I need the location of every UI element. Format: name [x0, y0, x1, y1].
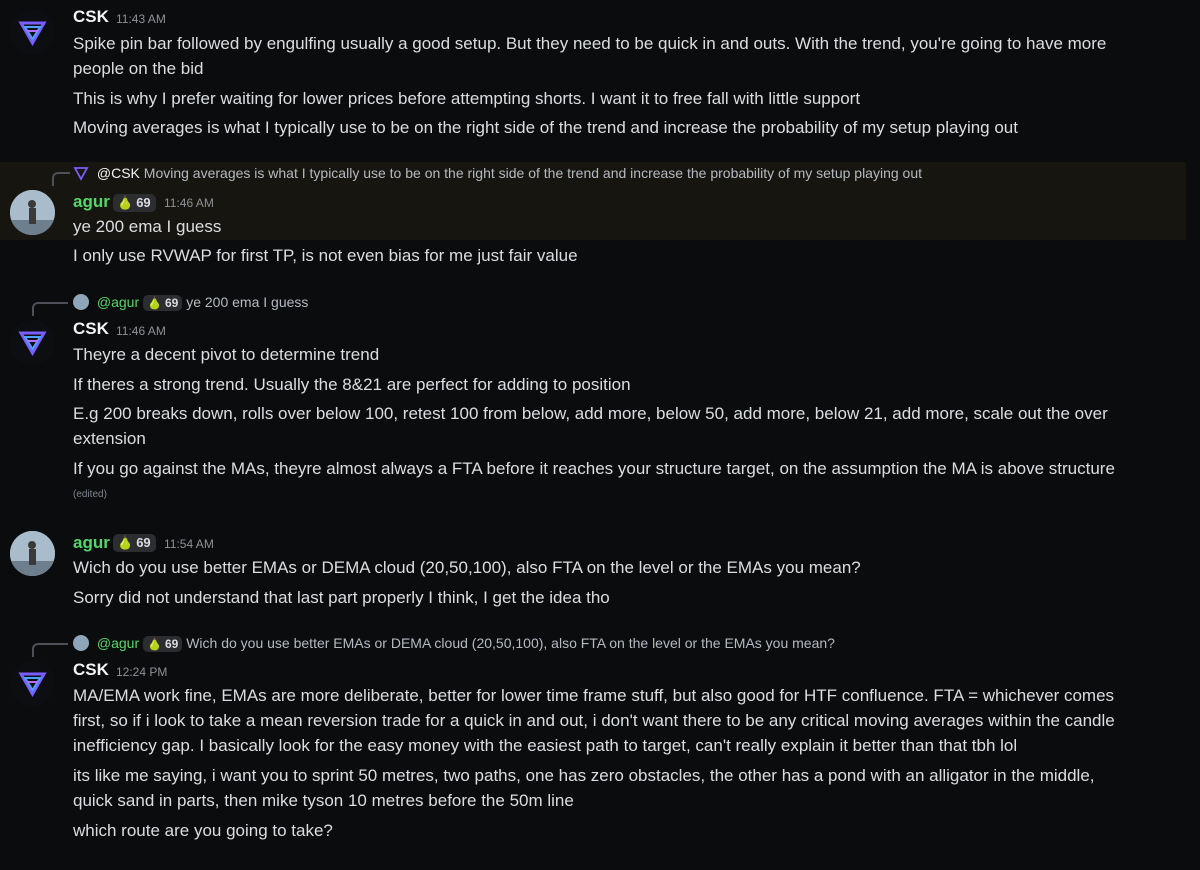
author-name[interactable]: CSK — [73, 319, 109, 339]
badge-count: 69 — [136, 195, 151, 210]
message-line: I only use RVWAP for first TP, is not ev… — [73, 246, 578, 265]
message-line: Spike pin bar followed by engulfing usua… — [73, 34, 1107, 53]
reply-preview[interactable]: @agur 🍐 69 Wich do you use better EMAs or… — [73, 635, 835, 652]
reply-author: @agur — [96, 294, 140, 310]
pear-badge[interactable]: 🍐 69 — [113, 194, 156, 212]
author-name[interactable]: CSK — [73, 7, 109, 27]
message-line: ye 200 ema I guess — [73, 217, 222, 236]
message-line: inefficiency gap. I basically look for t… — [73, 736, 1018, 755]
message-line: quick sand in parts, then mike tyson 10 … — [73, 791, 574, 810]
reply-connector — [32, 302, 68, 316]
csk-avatar[interactable] — [10, 10, 55, 55]
purple-triangle-logo-icon — [18, 331, 47, 357]
pear-badge: 🍐 69 — [143, 295, 183, 311]
message-line: Moving averages is what I typically use … — [73, 118, 1018, 137]
pear-icon: 🍐 — [147, 637, 162, 651]
badge-count: 69 — [164, 296, 179, 310]
badge-count: 69 — [136, 535, 151, 550]
csk-avatar[interactable] — [10, 320, 55, 365]
message-line: its like me saying, i want you to sprint… — [73, 766, 1095, 785]
author-name[interactable]: agur — [73, 192, 110, 212]
pear-badge[interactable]: 🍐 69 — [113, 534, 156, 552]
message-line: If you go against the MAs, theyre almost… — [73, 459, 1115, 478]
reply-connector — [32, 643, 68, 657]
message-timestamp: 11:46 AM — [116, 324, 166, 338]
chat-log: CSK 11:43 AM Spike pin bar followed by e… — [0, 0, 1200, 870]
pear-icon: 🍐 — [117, 535, 134, 550]
reply-text: Wich do you use better EMAs or DEMA clou… — [186, 635, 835, 651]
message-line: Sorry did not understand that last part … — [73, 588, 610, 607]
pear-badge: 🍐 69 — [143, 636, 183, 652]
agur-avatar[interactable] — [10, 190, 55, 235]
message-line: E.g 200 breaks down, rolls over below 10… — [73, 404, 1108, 423]
message-timestamp: 11:54 AM — [164, 537, 214, 551]
reply-author: @CSK — [96, 165, 140, 181]
message-line: This is why I prefer waiting for lower p… — [73, 89, 861, 108]
message-line: extension — [73, 429, 146, 448]
message-line: which route are you going to take? — [73, 821, 333, 840]
message-line: first, so if i look to take a mean rever… — [73, 711, 1115, 730]
reply-preview[interactable]: @CSK Moving averages is what I typically… — [73, 165, 922, 181]
message-timestamp: 12:24 PM — [116, 665, 168, 679]
reply-text: ye 200 ema I guess — [186, 294, 309, 310]
author-name[interactable]: agur — [73, 533, 110, 553]
agur-mini-avatar — [73, 294, 89, 310]
message-timestamp: 11:43 AM — [116, 12, 166, 26]
reply-preview[interactable]: @agur 🍐 69 ye 200 ema I guess — [73, 294, 308, 311]
user-photo-avatar — [10, 190, 55, 235]
pear-icon: 🍐 — [117, 195, 134, 210]
agur-mini-avatar — [73, 635, 89, 651]
edited-label: (edited) — [73, 489, 107, 500]
purple-triangle-logo-icon — [18, 672, 47, 698]
agur-avatar[interactable] — [10, 531, 55, 576]
purple-triangle-logo-icon — [18, 21, 47, 47]
csk-avatar[interactable] — [10, 661, 55, 706]
message-line: If theres a strong trend. Usually the 8&… — [73, 375, 631, 394]
reply-text: Moving averages is what I typically use … — [143, 165, 923, 181]
reply-author: @agur — [96, 635, 140, 651]
reply-connector — [52, 172, 70, 186]
author-name[interactable]: CSK — [73, 660, 109, 680]
message-timestamp: 11:46 AM — [164, 196, 214, 210]
pear-icon: 🍐 — [147, 296, 162, 310]
message-line: people on the bid — [73, 59, 204, 78]
message-line: Wich do you use better EMAs or DEMA clou… — [73, 558, 861, 577]
message-line: MA/EMA work fine, EMAs are more delibera… — [73, 686, 1115, 705]
csk-mini-avatar-icon — [73, 167, 89, 181]
message-line: Theyre a decent pivot to determine trend — [73, 345, 380, 364]
badge-count: 69 — [164, 637, 179, 651]
user-photo-avatar — [10, 531, 55, 576]
